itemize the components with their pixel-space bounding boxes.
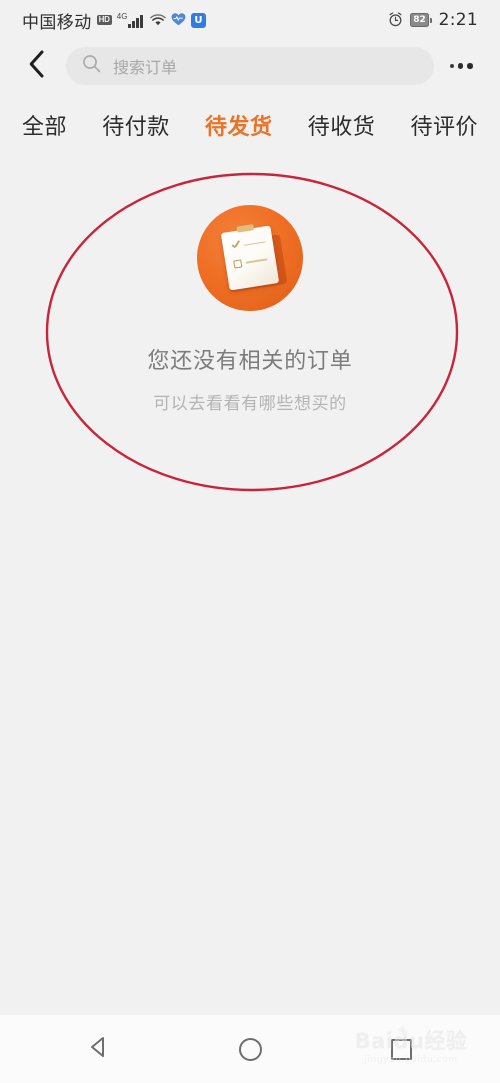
checkmark-icon — [230, 241, 240, 251]
clipboard-row-checked — [230, 236, 273, 251]
status-bar: 中国移动 HD 4G U 82 2:21 — [0, 0, 500, 40]
clipboard-clip — [236, 224, 255, 233]
status-bar-right: 82 2:21 — [388, 10, 478, 30]
phone-screen: 中国移动 HD 4G U 82 2:21 搜索订单 全部 待付款 待发货 待收货… — [0, 0, 500, 1083]
search-placeholder-label: 搜索订单 — [113, 58, 178, 77]
more-options-icon — [467, 63, 473, 69]
tab-to-review[interactable]: 待评价 — [410, 109, 478, 141]
status-bar-left: 中国移动 HD 4G U — [22, 8, 206, 33]
heart-icon — [171, 12, 186, 28]
alarm-clock-icon — [388, 11, 403, 29]
android-home-icon — [238, 1037, 262, 1061]
more-options-button[interactable] — [440, 46, 482, 86]
android-recents-icon — [390, 1038, 412, 1060]
tab-all[interactable]: 全部 — [22, 109, 67, 141]
signal-bars-icon: 4G — [116, 11, 143, 28]
android-back-button[interactable] — [76, 1026, 122, 1072]
search-icon — [82, 54, 101, 78]
clock-label: 2:21 — [438, 10, 478, 30]
tab-to-receive[interactable]: 待收货 — [308, 109, 376, 141]
battery-level-label: 82 — [413, 14, 426, 25]
app-header: 搜索订单 — [0, 40, 500, 92]
empty-order-clipboard-icon — [197, 205, 303, 311]
back-chevron-icon — [28, 50, 45, 83]
more-options-icon — [457, 63, 463, 69]
empty-state-subtitle: 可以去看看有哪些想买的 — [153, 394, 347, 414]
wifi-icon — [150, 13, 166, 27]
more-options-icon — [449, 64, 454, 68]
tab-to-pay[interactable]: 待付款 — [102, 109, 170, 141]
search-input[interactable]: 搜索订单 — [66, 47, 434, 85]
clipboard-line — [245, 258, 268, 264]
empty-state: 您还没有相关的订单 可以去看看有哪些想买的 — [0, 205, 500, 414]
android-back-icon — [87, 1035, 111, 1064]
back-button[interactable] — [18, 48, 54, 84]
hd-badge-icon: HD — [96, 15, 112, 25]
checkbox-icon — [233, 259, 243, 269]
android-recents-button[interactable] — [378, 1026, 424, 1072]
clipboard-illustration — [220, 224, 280, 291]
android-home-button[interactable] — [227, 1026, 273, 1072]
system-navigation-bar — [0, 1015, 500, 1083]
battery-icon: 82 — [410, 13, 432, 27]
carrier-label: 中国移动 — [22, 12, 92, 33]
clipboard-line — [243, 241, 266, 247]
clipboard-row-unchecked — [233, 254, 276, 269]
empty-state-title: 您还没有相关的订单 — [147, 349, 353, 374]
network-type-label: 4G — [116, 11, 128, 21]
signal-strength-bars — [128, 14, 143, 28]
app-badge-icon: U — [190, 12, 206, 28]
order-status-tabs: 全部 待付款 待发货 待收货 待评价 — [0, 98, 500, 152]
tab-to-ship[interactable]: 待发货 — [205, 109, 273, 141]
